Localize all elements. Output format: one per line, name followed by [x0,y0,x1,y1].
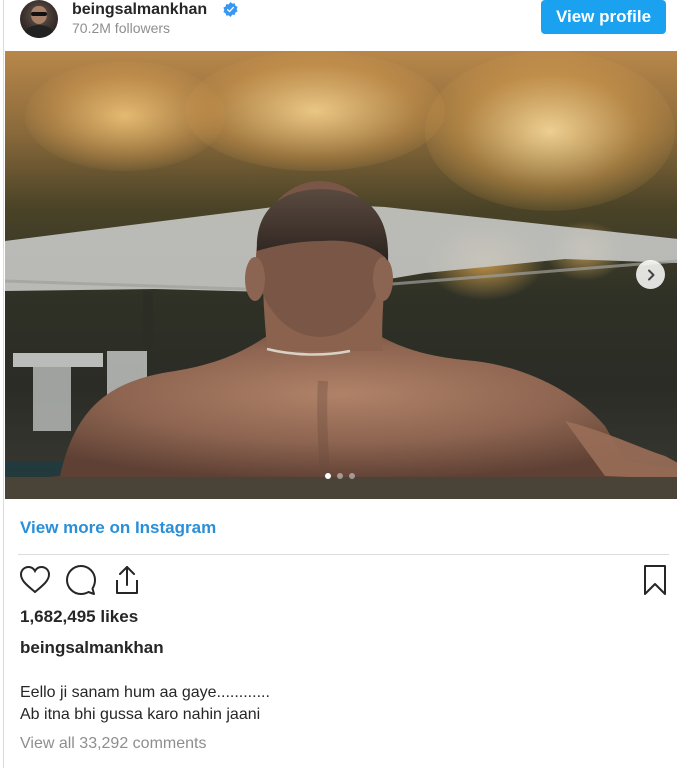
carousel-next-button[interactable] [636,260,665,289]
caption-line: Ab itna bhi gussa karo nahin jaani [20,706,261,723]
bookmark-icon[interactable] [638,563,672,597]
view-more-link[interactable]: View more on Instagram [20,518,216,538]
header-username[interactable]: beingsalmankhan [72,1,207,19]
verified-badge-icon [223,2,238,17]
carousel-dot [349,473,355,479]
action-bar [18,563,669,599]
post-caption: Eello ji sanam hum aa gaye............ A… [20,682,270,726]
carousel-indicator [325,473,355,479]
heart-icon[interactable] [18,563,52,597]
follower-count: 70.2M followers [72,20,171,36]
post-header: beingsalmankhan 70.2M followers View pro… [4,0,677,50]
avatar[interactable] [20,0,58,38]
chevron-right-icon [647,269,654,280]
carousel-dot [337,473,343,479]
subject-silhouette [5,181,677,499]
instagram-embed: beingsalmankhan 70.2M followers View pro… [3,0,677,768]
caption-line: Eello ji sanam hum aa gaye............ [20,684,270,701]
caption-username[interactable]: beingsalmankhan [20,638,164,658]
post-image[interactable] [5,51,677,499]
view-profile-button[interactable]: View profile [541,0,666,34]
share-icon[interactable] [110,563,144,597]
divider [18,554,669,555]
comment-bubble-icon[interactable] [64,563,98,597]
view-comments-link[interactable]: View all 33,292 comments [20,735,206,753]
carousel-dot [325,473,331,479]
like-count[interactable]: 1,682,495 likes [20,607,138,627]
